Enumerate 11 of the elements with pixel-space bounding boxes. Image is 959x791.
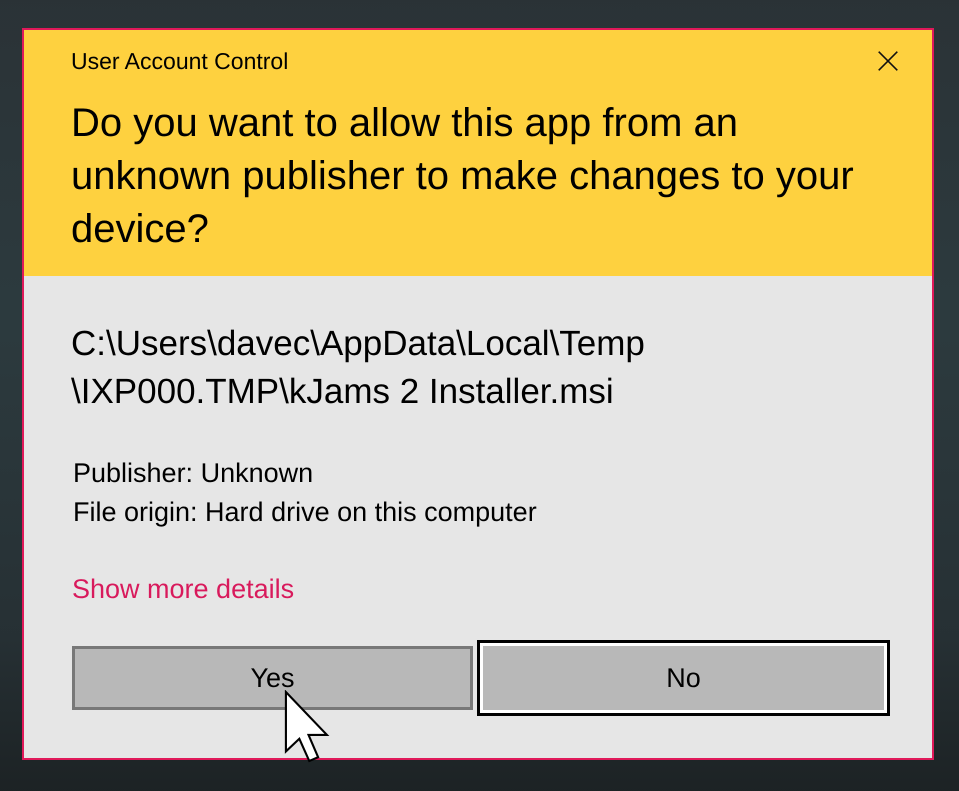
details-link[interactable]: Show more details: [72, 570, 294, 609]
cursor-icon: [284, 690, 330, 763]
info-text: Publisher: Unknown: [73, 457, 314, 490]
close-icon: [878, 51, 898, 71]
close-button[interactable]: [878, 51, 898, 71]
window-title: User Account Control: [71, 47, 288, 76]
prompt-question: Do you want to allow this app from an unknown publisher to make changes to your device?: [71, 100, 855, 253]
dialog-button[interactable]: No: [477, 640, 890, 716]
file-path: C:\Users\davec\AppData\Local\Temp \IXP000.TMP\kJams 2 Installer.msi: [71, 323, 645, 413]
info-text: File origin: Hard drive on this computer: [73, 496, 537, 529]
dialog-button[interactable]: Yes: [72, 646, 473, 710]
